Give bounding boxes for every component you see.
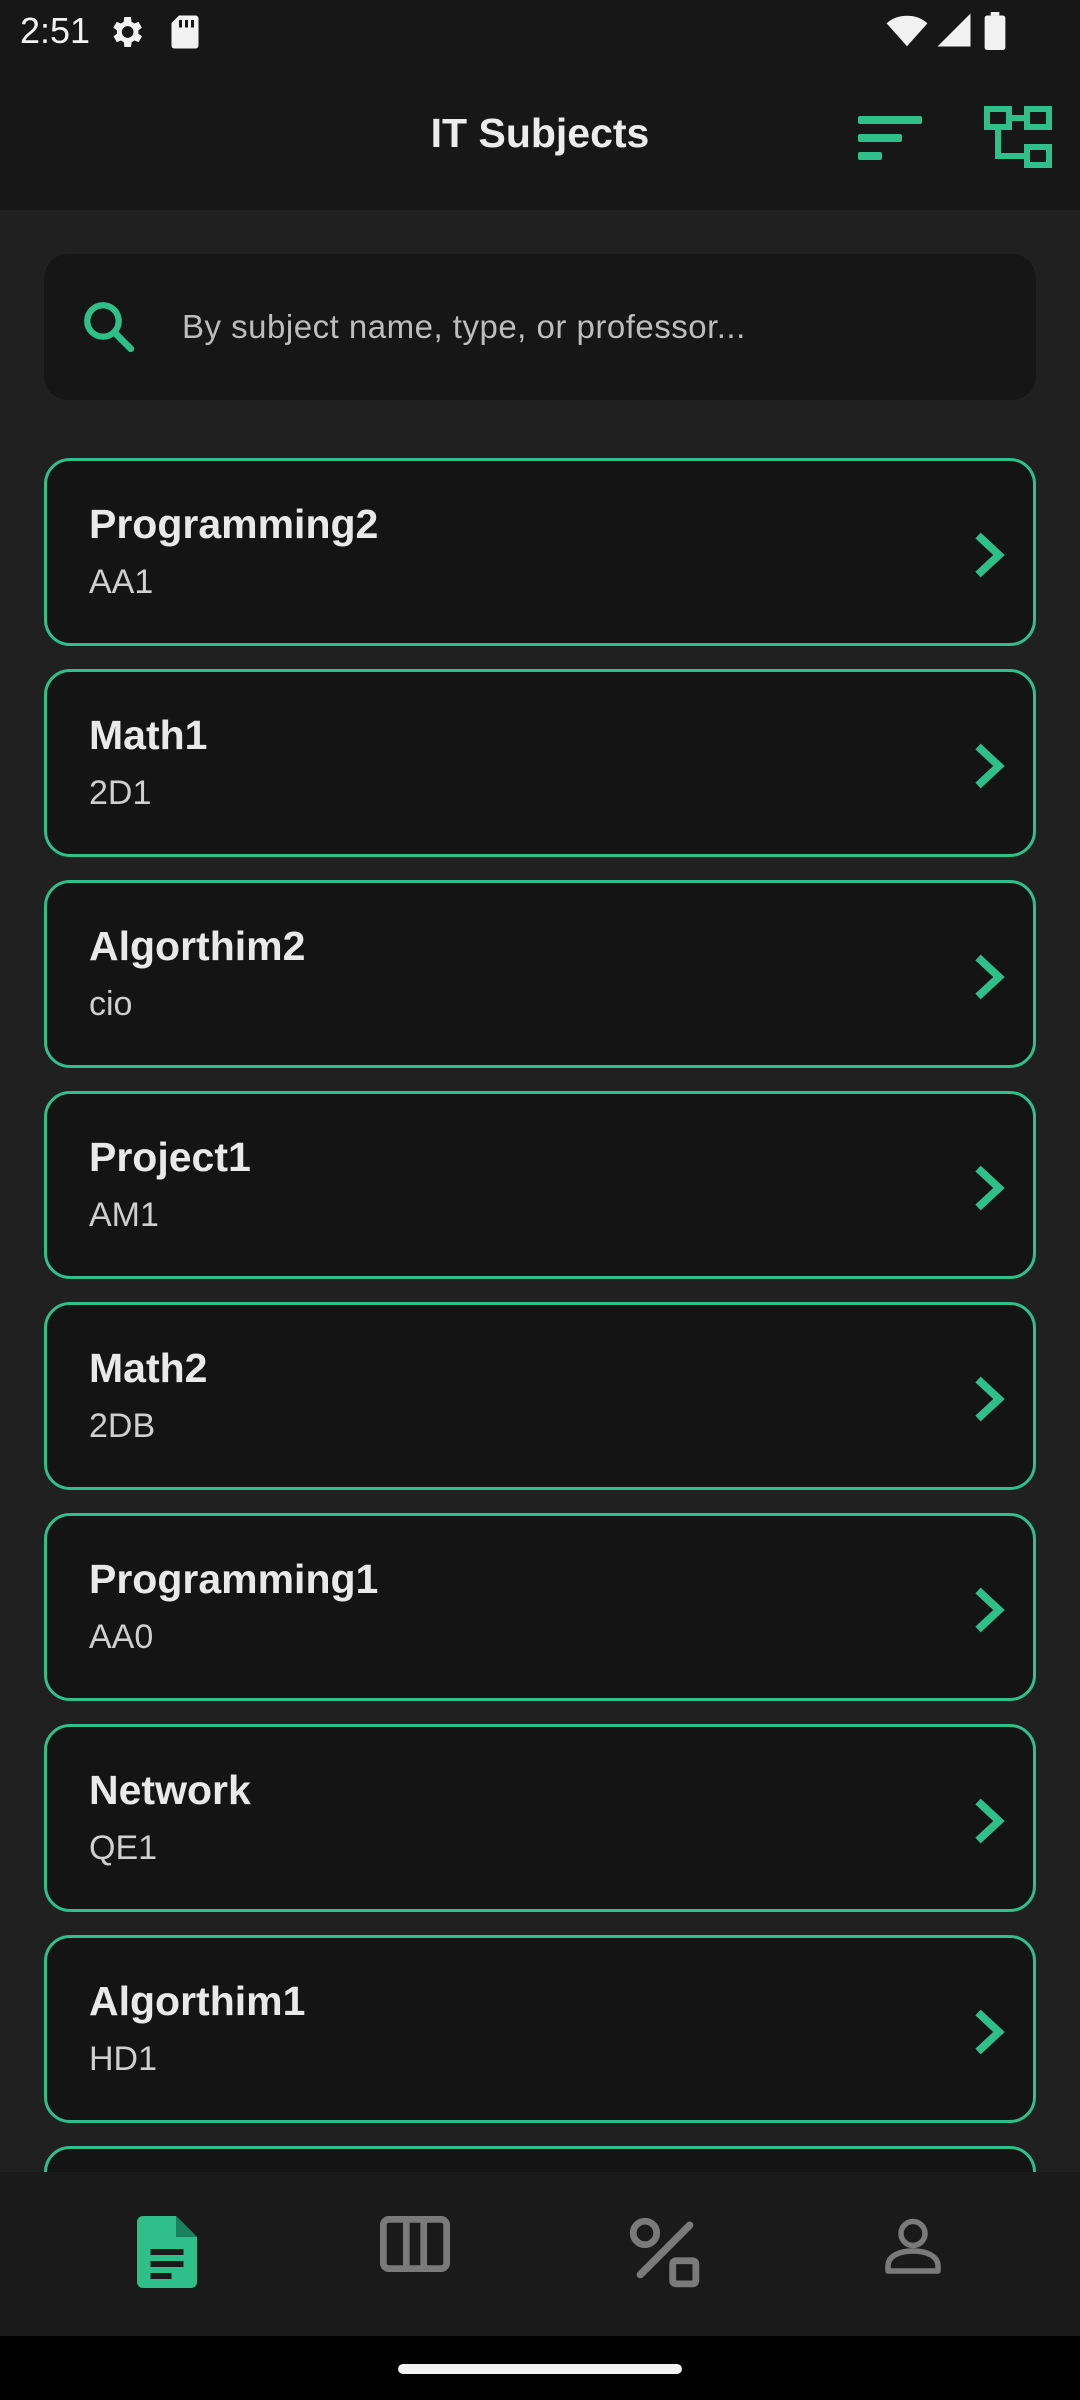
chevron-right-icon xyxy=(975,1587,1005,1633)
chevron-right-icon xyxy=(975,532,1005,578)
subject-name: Math1 xyxy=(89,712,208,758)
document-icon xyxy=(137,2216,197,2288)
status-time: 2:51 xyxy=(20,10,91,51)
subject-code: 2DB xyxy=(89,1407,156,1445)
nav-item-profile[interactable] xyxy=(788,2172,1038,2336)
subject-code: 2D1 xyxy=(89,774,152,812)
chevron-right-icon xyxy=(975,2009,1005,2055)
subject-code: AA0 xyxy=(89,1618,154,1656)
subject-card-partial[interactable] xyxy=(44,2146,1036,2172)
search-input[interactable] xyxy=(180,294,1000,360)
subject-card[interactable]: Programming2 AA1 xyxy=(44,458,1036,646)
nav-item-schedule[interactable] xyxy=(290,2172,540,2336)
chevron-right-icon xyxy=(975,743,1005,789)
subject-name: Math2 xyxy=(89,1345,208,1391)
chevron-right-icon xyxy=(975,1165,1005,1211)
gear-icon xyxy=(113,17,142,47)
columns-icon xyxy=(380,2216,450,2272)
search-icon xyxy=(84,302,135,353)
subject-card[interactable]: Algorthim2 cio xyxy=(44,880,1036,1068)
subject-name: Algorthim2 xyxy=(89,923,306,969)
sort-icon[interactable] xyxy=(858,110,922,166)
subject-card[interactable]: Algorthim1 HD1 xyxy=(44,1935,1036,2123)
subject-list: Programming2 AA1 Math1 2D1 Algorthim2 ci… xyxy=(0,440,1080,2172)
chevron-right-icon xyxy=(975,1376,1005,1422)
chevron-right-icon xyxy=(975,1798,1005,1844)
wifi-icon xyxy=(886,15,928,47)
subject-name: Algorthim1 xyxy=(89,1978,306,2024)
subject-card[interactable]: Math1 2D1 xyxy=(44,669,1036,857)
subject-card[interactable]: Project1 AM1 xyxy=(44,1091,1036,1279)
app-bar: IT Subjects xyxy=(0,62,1080,210)
gesture-bar xyxy=(0,2336,1080,2400)
signal-icon xyxy=(937,13,971,47)
subject-card[interactable]: Math2 2DB xyxy=(44,1302,1036,1490)
subject-code: HD1 xyxy=(89,2040,158,2078)
search-bar xyxy=(44,254,1036,400)
tree-icon[interactable] xyxy=(984,106,1052,168)
subject-name: Programming1 xyxy=(89,1556,379,1602)
home-handle[interactable] xyxy=(398,2364,682,2374)
subject-name: Project1 xyxy=(89,1134,251,1180)
chevron-right-icon xyxy=(975,954,1005,1000)
subject-card[interactable]: Programming1 AA0 xyxy=(44,1513,1036,1701)
subject-code: AA1 xyxy=(89,563,154,601)
subject-code: AM1 xyxy=(89,1196,159,1234)
subject-code: cio xyxy=(89,985,133,1023)
bottom-nav xyxy=(0,2172,1080,2336)
profile-icon xyxy=(885,2218,941,2274)
path-icon xyxy=(629,2217,700,2288)
subject-code: QE1 xyxy=(89,1829,158,1867)
nav-item-subjects[interactable] xyxy=(42,2172,292,2336)
nav-item-paths[interactable] xyxy=(540,2172,790,2336)
status-bar: 2:51 xyxy=(0,0,1080,62)
subject-name: Network xyxy=(89,1767,251,1813)
subject-name: Programming2 xyxy=(89,501,379,547)
battery-icon xyxy=(984,12,1006,50)
sd-card-icon xyxy=(171,15,199,49)
subject-card[interactable]: Network QE1 xyxy=(44,1724,1036,1912)
